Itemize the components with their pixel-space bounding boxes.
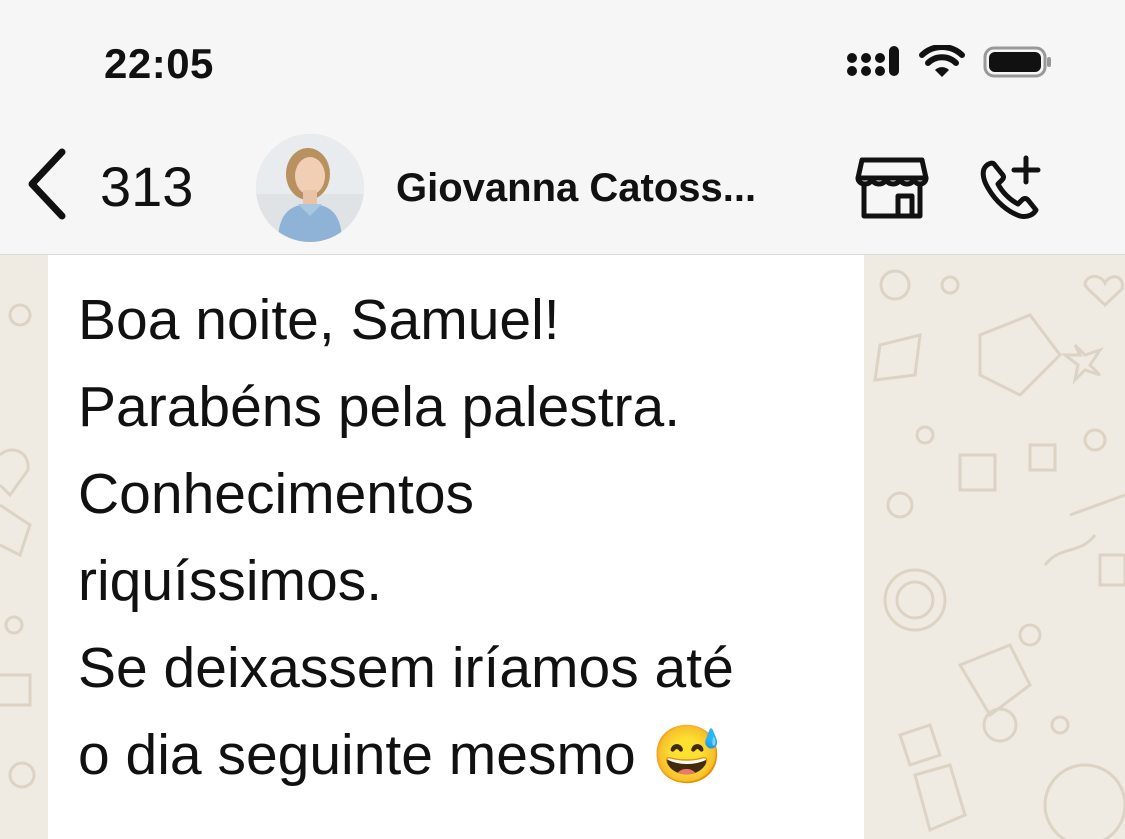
add-call-icon xyxy=(974,155,1046,228)
battery-icon xyxy=(983,44,1055,85)
storefront-icon xyxy=(854,157,930,224)
message-bubble[interactable]: Boa noite, Samuel! Parabéns pela palestr… xyxy=(48,255,864,839)
wifi-icon xyxy=(919,43,965,84)
message-text: Boa noite, Samuel! Parabéns pela palestr… xyxy=(78,288,734,787)
chevron-left-icon xyxy=(24,148,68,225)
cellular-signal-icon xyxy=(847,44,901,85)
contact-name[interactable]: Giovanna Catoss... xyxy=(396,166,756,211)
status-icons xyxy=(847,43,1055,85)
status-bar: 22:05 xyxy=(0,0,1125,130)
back-button[interactable]: 313 xyxy=(24,146,193,226)
unread-count: 313 xyxy=(100,154,194,218)
status-time: 22:05 xyxy=(104,40,214,87)
chat-header: 313 Giovanna Catoss... xyxy=(0,130,1125,255)
contact-avatar[interactable] xyxy=(256,134,364,242)
call-button[interactable] xyxy=(974,152,1046,224)
chat-area[interactable]: Boa noite, Samuel! Parabéns pela palestr… xyxy=(0,255,1125,839)
catalog-button[interactable] xyxy=(854,156,930,220)
